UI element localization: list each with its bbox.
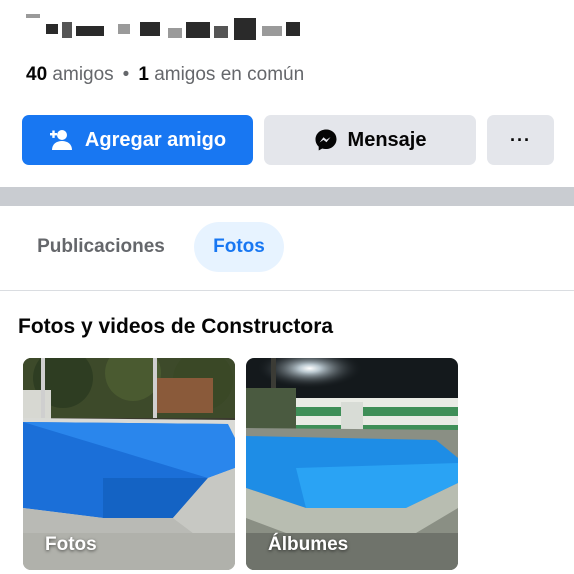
albums-card-label: Álbumes — [268, 534, 349, 555]
photos-card-label: Fotos — [45, 534, 97, 555]
separator-dot: • — [122, 64, 130, 85]
message-label: Mensaje — [347, 128, 427, 151]
tab-fotos[interactable]: Fotos — [194, 222, 284, 272]
profile-tabs: Publicaciones Fotos — [0, 222, 574, 274]
section-divider — [0, 187, 574, 206]
add-person-icon — [49, 130, 72, 150]
more-options-button[interactable]: ··· — [487, 115, 554, 165]
friends-label: amigos — [52, 64, 114, 85]
redacted-profile-name — [26, 8, 306, 44]
mutual-count: 1 — [138, 64, 149, 85]
friends-summary: 40 amigos • 1 amigos en común — [26, 64, 304, 86]
message-button[interactable]: Mensaje — [264, 115, 476, 165]
photos-card[interactable]: Fotos — [23, 358, 235, 570]
messenger-icon — [315, 129, 337, 151]
add-friend-label: Agregar amigo — [84, 128, 227, 151]
mutual-label: amigos en común — [154, 64, 305, 85]
tab-publicaciones[interactable]: Publicaciones — [22, 222, 180, 272]
add-friend-button[interactable]: Agregar amigo — [22, 115, 253, 165]
friend-count: 40 — [26, 64, 48, 85]
albums-card[interactable]: Álbumes — [246, 358, 458, 570]
tabs-divider — [0, 290, 574, 291]
more-dots-icon: ··· — [510, 129, 531, 150]
section-title: Fotos y videos de Constructora — [18, 315, 334, 338]
